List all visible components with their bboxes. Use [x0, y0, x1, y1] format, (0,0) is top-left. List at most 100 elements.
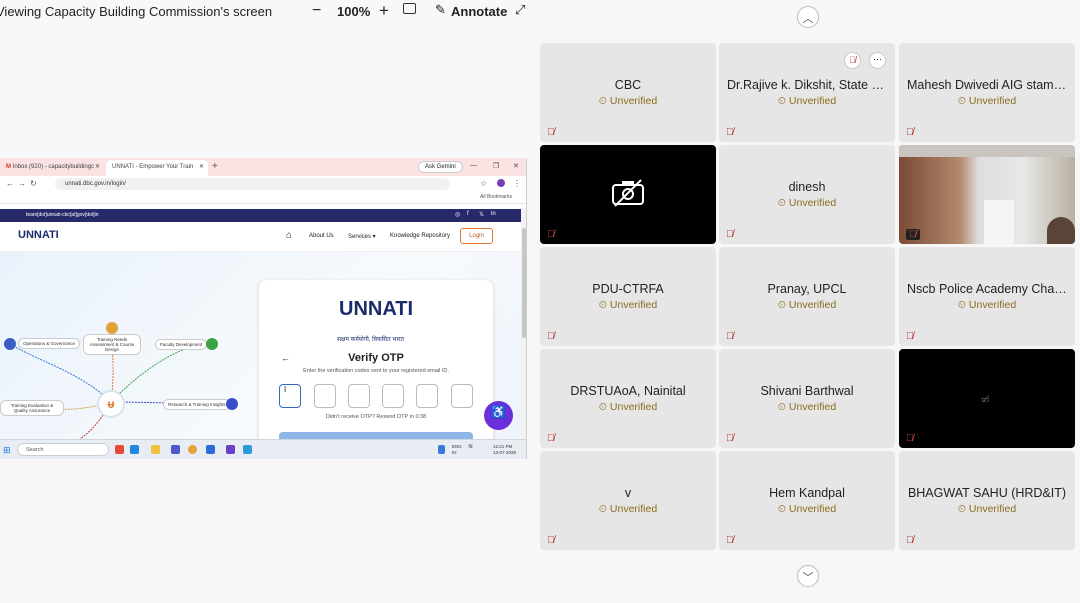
url-field[interactable]: unnati.dbc.gov.in/login/: [55, 178, 450, 190]
node-research[interactable]: Research & Training Insights: [163, 399, 231, 410]
participant-tile[interactable]: BHAGWAT SAHU (HRD&IT) ⏲ Unverified 🎙̸: [899, 451, 1075, 550]
otp-digit-3[interactable]: [348, 384, 370, 408]
pencil-icon[interactable]: ✎: [435, 2, 446, 18]
node-evaluation[interactable]: Training Evaluation & Quality Assurance: [0, 400, 64, 416]
scrollbar-thumb[interactable]: [522, 228, 526, 338]
edge-icon[interactable]: [130, 445, 139, 454]
otp-card: UNNATI सक्षम कर्मयोगी, विकसित भारत ← Ver…: [259, 280, 493, 450]
participant-tile[interactable]: 🎙̸: [540, 145, 716, 244]
app-icon[interactable]: [226, 445, 235, 454]
clock[interactable]: 12:21 PM 13-07-2026: [493, 444, 516, 456]
browser-tab-unnati[interactable]: UNNATI - Empower Your Train ✕: [106, 160, 208, 176]
all-bookmarks[interactable]: All Bookmarks: [480, 194, 512, 200]
status-text: Unverified: [609, 299, 658, 311]
site-logo[interactable]: UNNATI: [18, 229, 59, 241]
otp-resend-text[interactable]: Didn't receive OTP? Resend OTP in 0:38: [259, 414, 493, 420]
participant-tile[interactable]: Hem Kandpal ⏲ Unverified 🎙̸: [719, 451, 895, 550]
otp-digit-4[interactable]: [382, 384, 404, 408]
maximize-icon[interactable]: ❐: [493, 162, 499, 170]
participant-tile[interactable]: CBC ⏲ Unverified 🎙̸: [540, 43, 716, 142]
minimize-icon[interactable]: —: [470, 162, 477, 169]
accessibility-button[interactable]: ♿: [484, 401, 513, 430]
zoom-in-button[interactable]: +: [379, 1, 389, 21]
profile-avatar[interactable]: [497, 179, 505, 187]
annotate-button[interactable]: Annotate: [451, 4, 507, 19]
mic-off-icon: 🎙̸: [547, 127, 555, 138]
facebook-icon[interactable]: f: [467, 211, 469, 217]
participant-tile[interactable]: DRSTUAoA, Nainital ⏲ Unverified 🎙̸: [540, 349, 716, 448]
app-icon[interactable]: [115, 445, 124, 454]
otp-title: Verify OTP: [348, 352, 404, 364]
mic-off-icon: 🎙̸: [726, 535, 734, 546]
share-toolbar: Viewing Capacity Building Commission's s…: [0, 0, 530, 22]
nav-about[interactable]: About Us: [309, 233, 334, 239]
linkedin-icon[interactable]: in: [491, 211, 496, 217]
taskbar-search[interactable]: Search: [17, 443, 109, 456]
more-options-button[interactable]: ⋯: [869, 52, 886, 69]
browser-address-bar: ← → ↻ unnati.dbc.gov.in/login/ ☆ ⋮: [0, 176, 526, 192]
app-icon[interactable]: [243, 445, 252, 454]
participant-tile[interactable]: 🎙̸ ⋯ Dr.Rajive k. Dikshit, State N... ⏲ …: [719, 43, 895, 142]
participant-name: Shivani Barthwal: [760, 384, 854, 398]
nav-knowledge[interactable]: Knowledge Repository: [390, 233, 450, 239]
shared-screen-content: M Inbox (920) - capacitybuildingc ✕ UNNA…: [0, 158, 527, 459]
chrome-icon[interactable]: [188, 445, 197, 454]
mic-off-icon: 🎙̸: [726, 229, 734, 240]
node-icon: [206, 338, 218, 350]
otp-digit-1[interactable]: I: [279, 384, 301, 408]
clock-icon: ⏲: [598, 503, 610, 515]
participant-tile[interactable]: Shivani Barthwal ⏲ Unverified 🎙̸: [719, 349, 895, 448]
chevron-down-icon[interactable]: ﹀: [797, 565, 819, 587]
participant-video-tile[interactable]: 🎙̸: [899, 145, 1075, 244]
fit-screen-icon[interactable]: [403, 3, 416, 14]
forward-icon[interactable]: →: [18, 179, 26, 188]
otp-digit-6[interactable]: [451, 384, 473, 408]
node-faculty[interactable]: Faculty Development: [155, 339, 208, 350]
wifi-icon[interactable]: ≋: [468, 444, 473, 450]
zoom-level: 100%: [337, 4, 371, 19]
participant-tile[interactable]: Mahesh Dwivedi AIG stamp... ⏲ Unverified…: [899, 43, 1075, 142]
reload-icon[interactable]: ↻: [30, 179, 37, 188]
teams-icon[interactable]: [171, 445, 180, 454]
node-tna[interactable]: Training Needs Assessment & Course Desig…: [83, 334, 141, 355]
home-icon[interactable]: ⌂: [286, 230, 292, 241]
bookmarks-bar: All Bookmarks: [0, 192, 526, 204]
windows-start-icon[interactable]: ⊞: [3, 445, 11, 456]
participant-tile[interactable]: PDU-CTRFA ⏲ Unverified 🎙̸: [540, 247, 716, 346]
mic-icon[interactable]: [438, 445, 445, 454]
mute-participant-button[interactable]: 🎙̸: [844, 52, 861, 69]
ask-gemini-button[interactable]: Ask Gemini: [418, 161, 463, 173]
participant-tile[interactable]: Nscb Police Academy Chan... ⏲ Unverified…: [899, 247, 1075, 346]
menu-icon[interactable]: ⋮: [513, 179, 521, 188]
nav-services[interactable]: Services ▾: [348, 233, 376, 240]
instagram-icon[interactable]: ◎: [455, 211, 460, 218]
zoom-out-button[interactable]: −: [312, 2, 321, 20]
close-window-icon[interactable]: ✕: [513, 162, 519, 170]
browser-tab-inbox[interactable]: M Inbox (920) - capacitybuildingc ✕: [0, 160, 104, 176]
participant-grid: CBC ⏲ Unverified 🎙̸ 🎙̸ ⋯ Dr.Rajive k. Di…: [540, 43, 1076, 551]
x-icon[interactable]: 𝕏: [479, 211, 484, 218]
participant-tile[interactable]: ▭̸ 🎙̸: [899, 349, 1075, 448]
folder-icon[interactable]: [151, 445, 160, 454]
login-button[interactable]: Login: [460, 228, 493, 244]
close-icon[interactable]: ✕: [95, 163, 100, 170]
chevron-up-icon[interactable]: ︿: [797, 6, 819, 28]
otp-digit-5[interactable]: [416, 384, 438, 408]
participant-status: ⏲ Unverified: [540, 401, 716, 414]
participant-tile[interactable]: v ⏲ Unverified 🎙̸: [540, 451, 716, 550]
otp-digit-2[interactable]: [314, 384, 336, 408]
participant-tile[interactable]: Pranay, UPCL ⏲ Unverified 🎙̸: [719, 247, 895, 346]
windows-taskbar: ⊞ Search ENG IN ≋ 12:21 PM 13-07-2026: [0, 439, 526, 459]
expand-icon[interactable]: ⤢: [515, 2, 525, 18]
new-tab-icon[interactable]: +: [212, 161, 218, 172]
page-scrollbar[interactable]: [521, 208, 526, 439]
star-icon[interactable]: ☆: [480, 179, 487, 188]
close-icon[interactable]: ✕: [199, 163, 204, 170]
node-operations[interactable]: Operations & Governance: [18, 338, 81, 349]
participant-tile[interactable]: dinesh ⏲ Unverified 🎙̸: [719, 145, 895, 244]
language-indicator[interactable]: ENG IN: [452, 444, 462, 456]
app-icon[interactable]: [206, 445, 215, 454]
back-icon[interactable]: ←: [6, 179, 14, 188]
mic-off-icon: 🎙̸: [547, 535, 555, 546]
participant-name: Pranay, UPCL: [767, 282, 847, 296]
